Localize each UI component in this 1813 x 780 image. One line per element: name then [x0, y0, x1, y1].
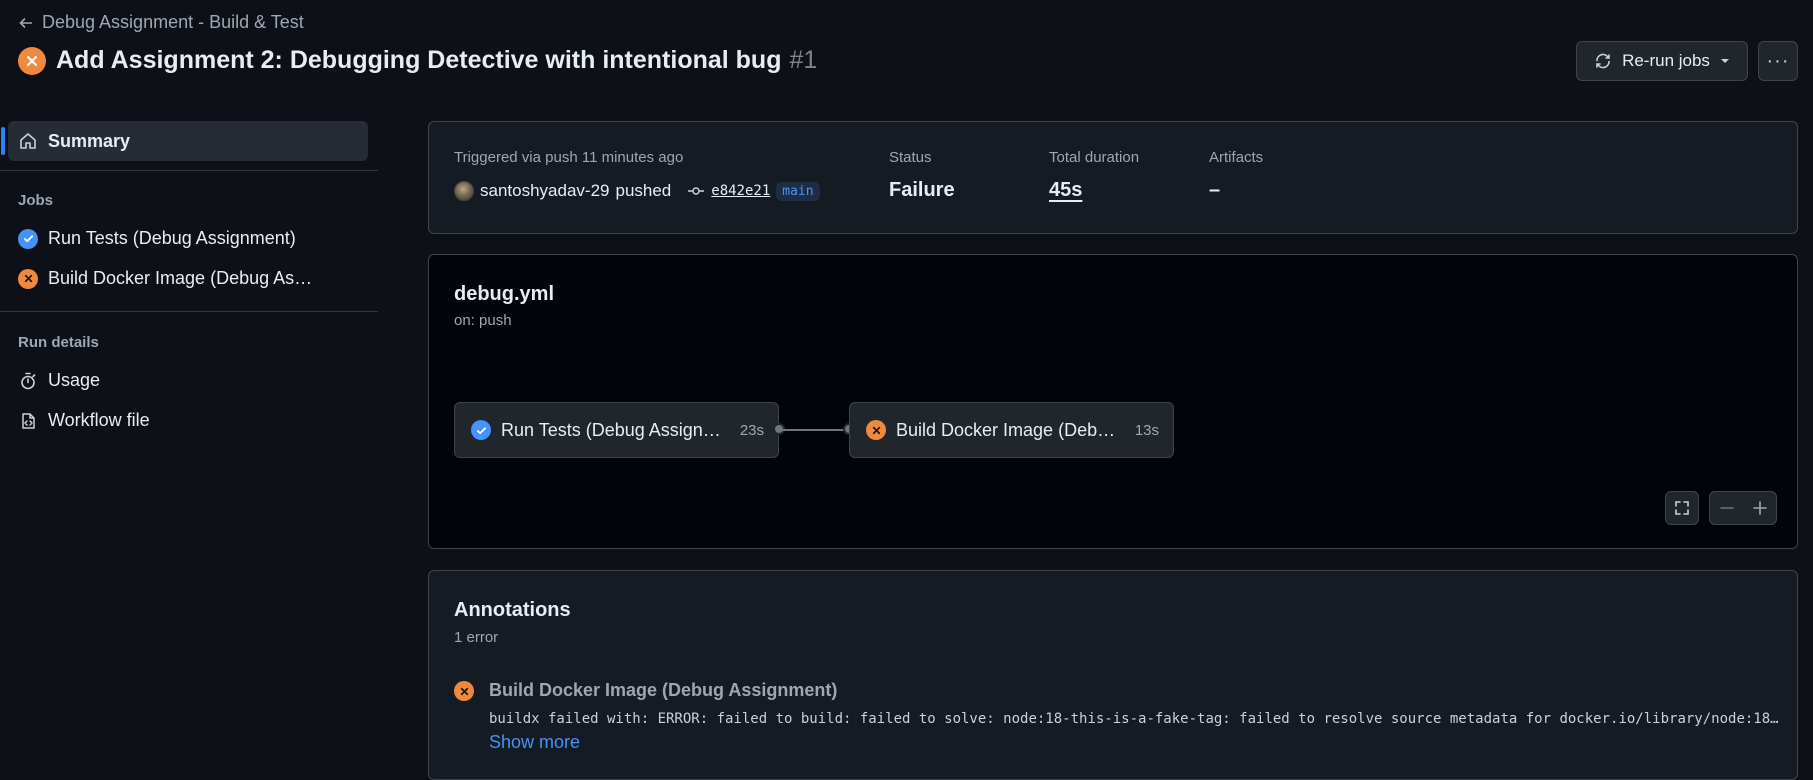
check-circle-icon [471, 420, 491, 440]
run-title-text: Add Assignment 2: Debugging Detective wi… [56, 46, 782, 74]
sync-icon [1596, 53, 1610, 69]
failure-status-icon [18, 46, 46, 75]
workflow-file-name: debug.yml [454, 283, 555, 305]
sidebar-item-label: Usage [48, 370, 101, 390]
sidebar-item-label: Run Tests (Debug Assignment) [48, 228, 296, 248]
annotations-count: 1 error [454, 629, 499, 646]
job-node-run-tests[interactable]: Run Tests (Debug Assignment) 23s [454, 402, 779, 458]
annotations-card: Annotations 1 error Build Docker Image (… [428, 570, 1798, 780]
sidebar-item-label: Summary [48, 130, 131, 151]
fullscreen-icon [1675, 501, 1689, 515]
workflow-graph-card: debug.yml on: push Run Tests (Debug Assi… [428, 254, 1798, 549]
more-actions-button[interactable]: ··· [1758, 41, 1798, 81]
x-circle-icon [866, 420, 886, 440]
sidebar-item-workflow-file[interactable]: Workflow file [18, 410, 318, 431]
file-code-icon [22, 412, 35, 429]
sidebar-item-usage[interactable]: Usage [18, 370, 318, 391]
job-node-label: Build Docker Image (Debug Assignment) [896, 419, 1125, 440]
x-circle-icon [18, 268, 38, 289]
caret-down-icon [1720, 59, 1729, 63]
avatar[interactable] [454, 181, 474, 201]
back-link-label: Debug Assignment - Build & Test [42, 12, 304, 32]
stopwatch-icon [21, 372, 36, 389]
check-circle-icon [18, 228, 38, 249]
sidebar-item-label: Workflow file [48, 410, 150, 430]
status-value: Failure [889, 179, 955, 201]
run-summary-card: Triggered via push 11 minutes ago santos… [428, 121, 1798, 234]
annotation-message: buildx failed with: ERROR: failed to bui… [489, 711, 1779, 727]
sidebar-item-label: Build Docker Image (Debug Assignment) [48, 268, 318, 288]
rerun-jobs-label: Re-run jobs [1622, 51, 1710, 70]
workflow-trigger: on: push [454, 312, 512, 329]
sidebar-divider [0, 170, 378, 171]
run-title-row: Add Assignment 2: Debugging Detective wi… [18, 46, 817, 75]
git-commit-icon [688, 187, 705, 195]
run-number: #1 [789, 46, 818, 74]
actor-action: pushed [615, 181, 672, 200]
status-label: Status [889, 149, 932, 166]
sidebar-item-summary[interactable]: Summary [1, 121, 368, 161]
show-more-link[interactable]: Show more [489, 732, 580, 753]
duration-value[interactable]: 45s [1049, 179, 1082, 202]
branch-badge[interactable]: main [776, 181, 820, 201]
rerun-jobs-button[interactable]: Re-run jobs [1576, 41, 1748, 81]
actor-link[interactable]: santoshyadav-29 [480, 181, 609, 201]
artifacts-label: Artifacts [1209, 149, 1264, 166]
job-node-duration: 23s [739, 421, 764, 439]
job-node-build-docker[interactable]: Build Docker Image (Debug Assignment) 13… [849, 402, 1174, 458]
sidebar-item-job[interactable]: Build Docker Image (Debug Assignment) [18, 268, 318, 289]
trigger-label: Triggered via push 11 minutes ago [454, 149, 684, 166]
duration-label: Total duration [1049, 149, 1140, 166]
page-title: Add Assignment 2: Debugging Detective wi… [56, 46, 817, 75]
zoom-controls [1709, 491, 1777, 525]
job-connector [779, 429, 849, 431]
annotation-job-link[interactable]: Build Docker Image (Debug Assignment) [489, 680, 837, 701]
zoom-out-icon[interactable] [1719, 500, 1735, 516]
back-link[interactable]: Debug Assignment - Build & Test [18, 12, 304, 33]
x-circle-icon [454, 681, 474, 701]
sidebar-item-job[interactable]: Run Tests (Debug Assignment) [18, 228, 318, 249]
artifacts-value: – [1209, 179, 1221, 201]
fullscreen-button[interactable] [1665, 491, 1699, 525]
job-node-duration: 13s [1134, 421, 1159, 439]
job-node-label: Run Tests (Debug Assignment) [501, 419, 730, 440]
arrow-left-icon [19, 17, 32, 28]
trigger-details: santoshyadav-29 pushed e842e21 main [454, 181, 820, 201]
commit-sha-link[interactable]: e842e21 [711, 183, 770, 199]
home-icon [20, 133, 36, 149]
zoom-in-icon[interactable] [1752, 500, 1768, 516]
run-details-heading: Run details [18, 334, 99, 351]
jobs-heading: Jobs [18, 192, 54, 209]
annotations-title: Annotations [454, 599, 571, 621]
sidebar-divider [0, 311, 378, 312]
